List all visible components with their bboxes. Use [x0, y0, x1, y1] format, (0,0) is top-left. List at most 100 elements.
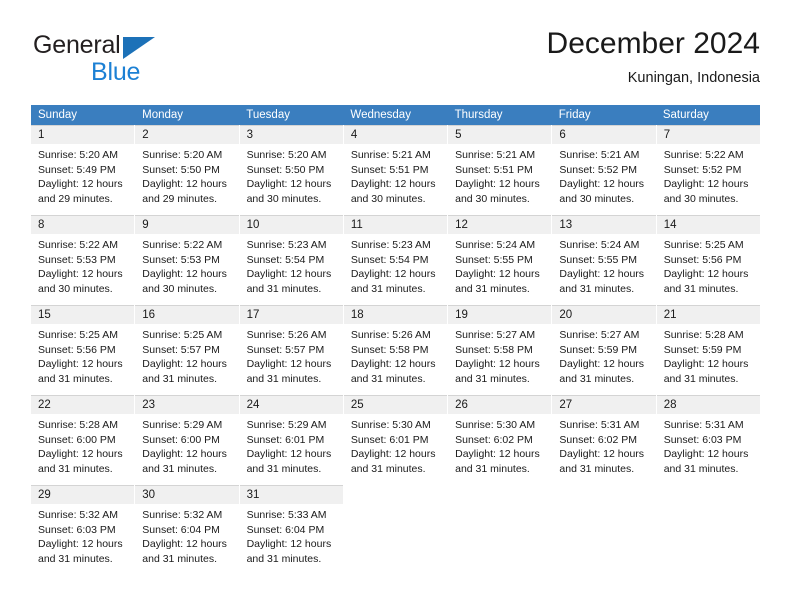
sunrise-text: Sunrise: 5:29 AM [142, 419, 223, 431]
day-number-band: 26 [448, 395, 552, 414]
calendar-day-cell[interactable]: 26 Sunrise: 5:30 AM Sunset: 6:02 PM Dayligh… [448, 395, 553, 484]
daylight-text-line2: and 31 minutes. [455, 462, 530, 475]
calendar-day-cell[interactable]: 31 Sunrise: 5:33 AM Sunset: 6:04 PM Dayligh… [239, 485, 344, 574]
day-details [343, 503, 448, 573]
daylight-text-line1: Daylight: 12 hours [38, 268, 123, 280]
day-details: Sunrise: 5:21 AM Sunset: 5:51 PM Daylight:… [343, 144, 448, 214]
day-details: Sunrise: 5:21 AM Sunset: 5:51 PM Daylight:… [448, 144, 552, 214]
daylight-text-line1: Daylight: 12 hours [38, 448, 123, 460]
calendar-day-cell[interactable]: 16 Sunrise: 5:25 AM Sunset: 5:57 PM Dayligh… [135, 305, 240, 394]
calendar-day-cell[interactable]: 18 Sunrise: 5:26 AM Sunset: 5:58 PM Dayligh… [343, 305, 449, 394]
general-blue-logo[interactable]: General Blue [31, 31, 221, 89]
day-number: 26 [455, 399, 468, 411]
calendar-day-cell[interactable]: 1 Sunrise: 5:20 AM Sunset: 5:49 PM Daylight… [31, 125, 136, 214]
daylight-text-line1: Daylight: 12 hours [663, 358, 749, 370]
title-block: December 2024 Kuningan, Indonesia [547, 26, 760, 87]
day-detail-lines: Sunrise: 5:21 AM Sunset: 5:51 PM Daylight:… [344, 144, 447, 206]
calendar-day-cell[interactable]: 13 Sunrise: 5:24 AM Sunset: 5:55 PM Dayligh… [552, 215, 657, 304]
calendar-day-cell[interactable]: 4 Sunrise: 5:21 AM Sunset: 5:51 PM Daylight… [343, 125, 449, 214]
day-details: Sunrise: 5:33 AM Sunset: 6:04 PM Daylight:… [239, 504, 343, 574]
calendar-day-cell[interactable]: 22 Sunrise: 5:28 AM Sunset: 6:00 PM Dayligh… [31, 395, 136, 484]
sunrise-text: Sunrise: 5:21 AM [455, 149, 536, 161]
day-details: Sunrise: 5:29 AM Sunset: 6:01 PM Daylight:… [239, 414, 343, 484]
calendar-day-cell[interactable]: 6 Sunrise: 5:21 AM Sunset: 5:52 PM Daylight… [552, 125, 657, 214]
sunset-text: Sunset: 5:56 PM [663, 253, 742, 266]
calendar-day-cell[interactable]: 25 Sunrise: 5:30 AM Sunset: 6:01 PM Dayligh… [343, 395, 449, 484]
blue-triangle-icon [123, 37, 155, 59]
sunrise-text: Sunrise: 5:24 AM [455, 239, 536, 251]
day-number: 4 [350, 129, 358, 141]
calendar-day-cell[interactable]: 20 Sunrise: 5:27 AM Sunset: 5:59 PM Dayligh… [552, 305, 657, 394]
calendar-day-cell[interactable]: 2 Sunrise: 5:20 AM Sunset: 5:50 PM Daylight… [135, 125, 240, 214]
daylight-text-line1: Daylight: 12 hours [455, 358, 540, 370]
day-details: Sunrise: 5:20 AM Sunset: 5:50 PM Daylight:… [135, 144, 239, 214]
calendar-day-cell-empty [343, 485, 449, 574]
calendar-day-cell[interactable]: 10 Sunrise: 5:23 AM Sunset: 5:54 PM Dayligh… [239, 215, 344, 304]
calendar-day-cell[interactable]: 9 Sunrise: 5:22 AM Sunset: 5:53 PM Daylight… [135, 215, 240, 304]
calendar-day-cell[interactable]: 5 Sunrise: 5:21 AM Sunset: 5:51 PM Daylight… [448, 125, 553, 214]
sunrise-text: Sunrise: 5:25 AM [38, 329, 118, 341]
day-number-band: 16 [135, 305, 239, 324]
day-detail-lines: Sunrise: 5:25 AM Sunset: 5:56 PM Daylight:… [657, 234, 760, 296]
calendar-day-cell[interactable]: 23 Sunrise: 5:29 AM Sunset: 6:00 PM Dayligh… [135, 395, 240, 484]
daylight-text-line2: and 31 minutes. [663, 282, 739, 295]
daylight-text-line2: and 31 minutes. [38, 552, 113, 565]
calendar-day-cell[interactable]: 28 Sunrise: 5:31 AM Sunset: 6:03 PM Dayligh… [656, 395, 760, 484]
sunset-text: Sunset: 5:55 PM [455, 253, 533, 266]
day-number-band: 4 [343, 125, 448, 144]
day-details: Sunrise: 5:21 AM Sunset: 5:52 PM Daylight:… [552, 144, 656, 214]
day-number-band: 23 [135, 395, 239, 414]
sunrise-text: Sunrise: 5:21 AM [559, 149, 640, 161]
day-number-band: 28 [656, 395, 760, 414]
calendar-day-cell[interactable]: 15 Sunrise: 5:25 AM Sunset: 5:56 PM Dayligh… [31, 305, 136, 394]
daylight-text-line2: and 31 minutes. [38, 462, 113, 475]
daylight-text-line1: Daylight: 12 hours [455, 178, 540, 190]
calendar-day-cell[interactable]: 8 Sunrise: 5:22 AM Sunset: 5:53 PM Daylight… [31, 215, 136, 304]
calendar-day-cell[interactable]: 29 Sunrise: 5:32 AM Sunset: 6:03 PM Dayligh… [31, 485, 136, 574]
day-details: Sunrise: 5:25 AM Sunset: 5:56 PM Daylight:… [656, 234, 760, 304]
daylight-text-line1: Daylight: 12 hours [38, 358, 123, 370]
day-details [552, 503, 656, 573]
calendar-day-cell[interactable]: 27 Sunrise: 5:31 AM Sunset: 6:02 PM Dayligh… [552, 395, 657, 484]
day-details: Sunrise: 5:26 AM Sunset: 5:57 PM Daylight:… [239, 324, 343, 394]
calendar-day-cell[interactable]: 21 Sunrise: 5:28 AM Sunset: 5:59 PM Dayligh… [656, 305, 760, 394]
day-details: Sunrise: 5:20 AM Sunset: 5:49 PM Daylight:… [31, 144, 135, 214]
calendar-day-cell[interactable]: 30 Sunrise: 5:32 AM Sunset: 6:04 PM Dayligh… [135, 485, 240, 574]
day-number: 11 [350, 219, 363, 231]
sunset-text: Sunset: 5:58 PM [350, 343, 429, 356]
day-number-band: 10 [239, 215, 343, 234]
day-detail-lines: Sunrise: 5:29 AM Sunset: 6:00 PM Daylight:… [135, 414, 238, 476]
day-details: Sunrise: 5:25 AM Sunset: 5:56 PM Daylight:… [31, 324, 135, 394]
day-number: 12 [455, 219, 468, 231]
calendar-day-cell[interactable]: 19 Sunrise: 5:27 AM Sunset: 5:58 PM Dayligh… [448, 305, 553, 394]
sunrise-text: Sunrise: 5:31 AM [559, 419, 640, 431]
sunrise-text: Sunrise: 5:23 AM [246, 239, 327, 251]
day-detail-lines: Sunrise: 5:28 AM Sunset: 5:59 PM Daylight:… [657, 324, 760, 386]
sunset-text: Sunset: 5:58 PM [455, 343, 533, 356]
day-number-band: 5 [448, 125, 552, 144]
daylight-text-line1: Daylight: 12 hours [350, 268, 436, 280]
day-number-band: 18 [343, 305, 448, 324]
sunrise-text: Sunrise: 5:33 AM [246, 509, 327, 521]
daylight-text-line1: Daylight: 12 hours [246, 538, 332, 550]
daylight-text-line1: Daylight: 12 hours [142, 448, 227, 460]
calendar-day-cell[interactable]: 7 Sunrise: 5:22 AM Sunset: 5:52 PM Daylight… [656, 125, 760, 214]
logo-text-general: General [33, 31, 121, 59]
day-details: Sunrise: 5:23 AM Sunset: 5:54 PM Daylight:… [239, 234, 343, 304]
day-detail-lines: Sunrise: 5:22 AM Sunset: 5:52 PM Daylight:… [657, 144, 760, 206]
day-details: Sunrise: 5:32 AM Sunset: 6:03 PM Daylight:… [31, 504, 135, 574]
daylight-text-line1: Daylight: 12 hours [350, 178, 436, 190]
day-detail-lines: Sunrise: 5:22 AM Sunset: 5:53 PM Daylight:… [135, 234, 238, 296]
calendar-day-cell[interactable]: 11 Sunrise: 5:23 AM Sunset: 5:54 PM Dayligh… [343, 215, 449, 304]
sunrise-text: Sunrise: 5:20 AM [38, 149, 118, 161]
calendar-day-cell[interactable]: 14 Sunrise: 5:25 AM Sunset: 5:56 PM Dayligh… [656, 215, 760, 304]
daylight-text-line2: and 31 minutes. [38, 372, 113, 385]
calendar-day-cell[interactable]: 3 Sunrise: 5:20 AM Sunset: 5:50 PM Daylight… [239, 125, 344, 214]
day-detail-lines: Sunrise: 5:30 AM Sunset: 6:01 PM Daylight:… [344, 414, 447, 476]
calendar-day-cell[interactable]: 12 Sunrise: 5:24 AM Sunset: 5:55 PM Dayligh… [448, 215, 553, 304]
calendar-day-cell[interactable]: 17 Sunrise: 5:26 AM Sunset: 5:57 PM Dayligh… [239, 305, 344, 394]
daylight-text-line1: Daylight: 12 hours [142, 268, 227, 280]
calendar-day-cell[interactable]: 24 Sunrise: 5:29 AM Sunset: 6:01 PM Dayligh… [239, 395, 344, 484]
sunset-text: Sunset: 6:01 PM [246, 433, 325, 446]
day-detail-lines: Sunrise: 5:23 AM Sunset: 5:54 PM Daylight:… [344, 234, 447, 296]
